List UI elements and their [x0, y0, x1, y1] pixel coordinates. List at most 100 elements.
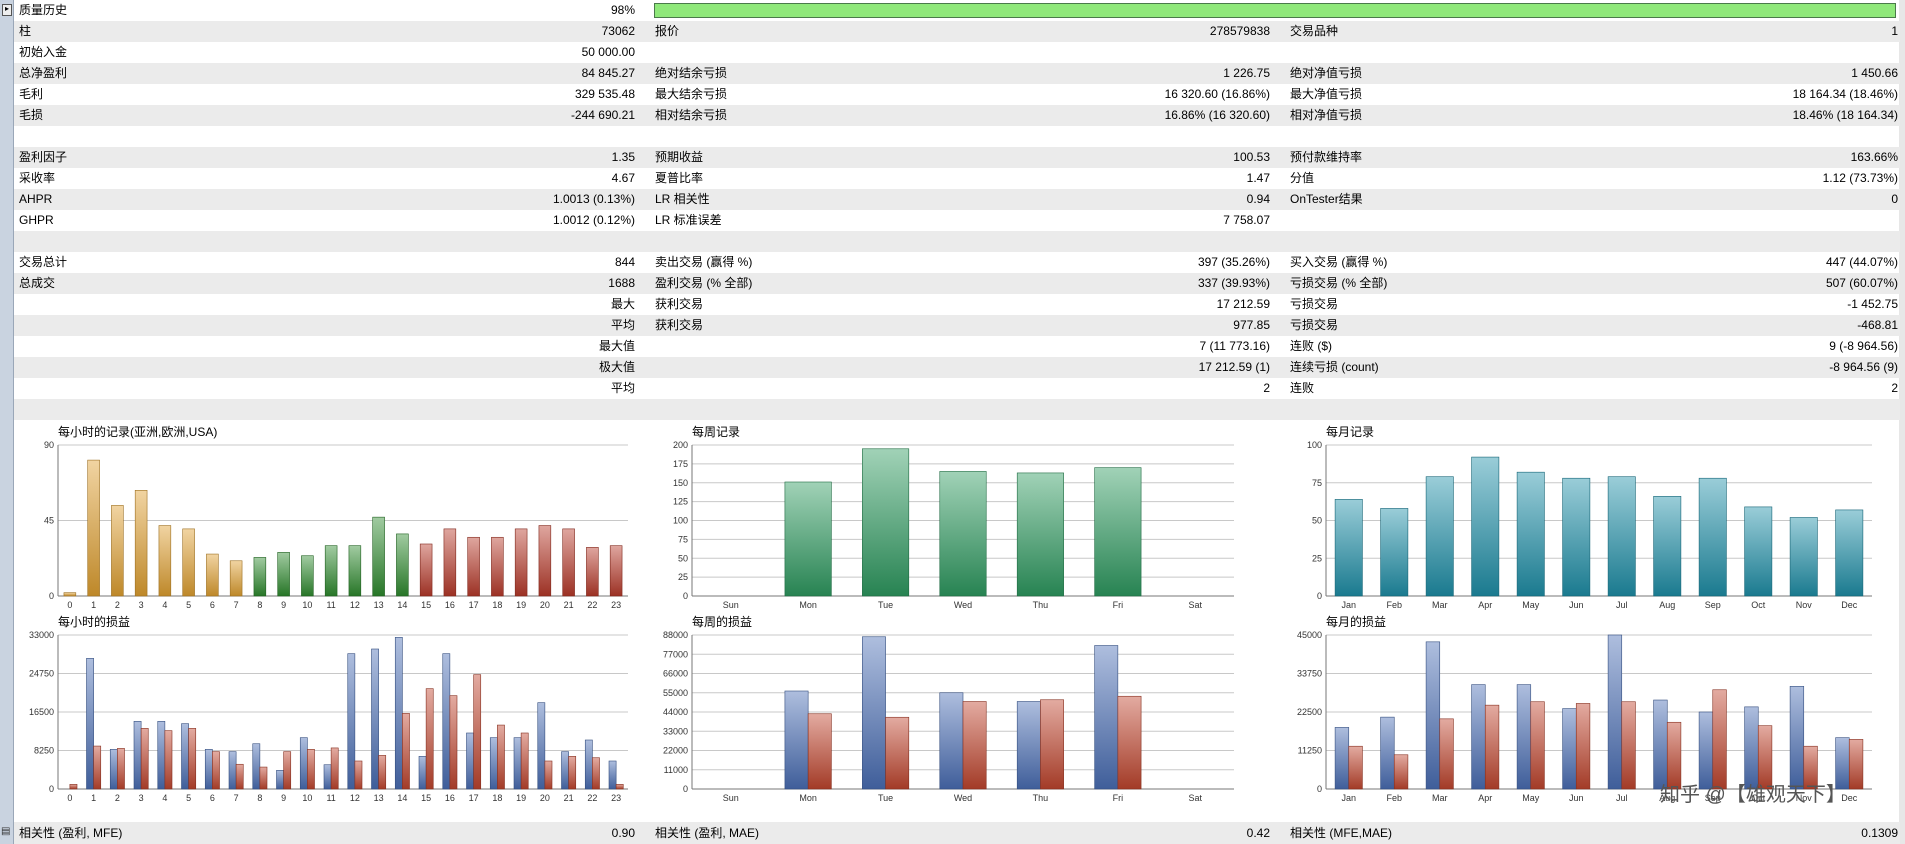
x-tick-label: 0 — [67, 793, 72, 803]
chart-svg: 0 25 50 75 100 Jan Feb Mar Apr May Jun Jul Aug Sep Oct… — [1307, 440, 1872, 610]
y-tick-label: 45000 — [1297, 630, 1322, 640]
x-tick-label: 15 — [421, 793, 431, 803]
bar — [561, 751, 569, 790]
watermark: 知乎 @【雄观天下】 — [1660, 784, 1846, 806]
x-tick-label: Tue — [878, 793, 893, 803]
correlation-row: 相关性 (盈利, MFE) 0.90 相关性 (盈利, MAE) 0.42 相关… — [14, 822, 1900, 844]
x-tick-label: 1 — [91, 793, 96, 803]
quality-history-value: 98% — [610, 3, 635, 17]
stat-label: 总净盈利 — [19, 66, 68, 80]
stat-value: -8 964.56 (9) — [1829, 360, 1898, 374]
stat-value: 4.67 — [611, 171, 635, 185]
y-tick-label: 0 — [1317, 784, 1322, 794]
stats-row: 柱 73062 报价 278579838 交易品种 1 — [14, 21, 1900, 42]
stat-value: -1 452.75 — [1847, 297, 1898, 311]
y-tick-label: 25 — [678, 572, 688, 582]
bar — [489, 737, 498, 790]
bar — [1607, 634, 1623, 790]
x-tick-label: 14 — [397, 600, 407, 610]
bar — [307, 749, 315, 790]
bar — [1348, 745, 1363, 790]
stat-value: 2 — [1891, 381, 1898, 395]
bar — [1789, 517, 1818, 597]
stats-row — [14, 399, 1900, 420]
y-tick-label: 22000 — [663, 746, 688, 756]
y-tick-label: 33000 — [663, 726, 688, 736]
corr-profit-mfe-label: 相关性 (盈利, MFE) — [19, 826, 123, 840]
bar — [229, 560, 243, 597]
stat-value: 278579838 — [1209, 24, 1270, 38]
stat-value: 18.46% (18 164.34) — [1792, 108, 1898, 122]
stats-row: AHPR 1.0013 (0.13%) LR 相关性 0.94 OnTester结果 0 — [14, 189, 1900, 210]
bar — [276, 770, 284, 790]
stat-value: 1 450.66 — [1851, 66, 1898, 80]
y-tick-label: 175 — [673, 459, 688, 469]
stat-value: 1.0012 (0.12%) — [552, 213, 635, 227]
stats-row — [14, 126, 1900, 147]
x-tick-label: Fri — [1113, 600, 1124, 610]
bar — [1848, 739, 1864, 790]
stat-value: 397 (35.26%) — [1197, 255, 1270, 269]
bar — [537, 702, 546, 790]
x-tick-label: 19 — [516, 600, 526, 610]
bar — [93, 745, 102, 790]
bar — [443, 528, 457, 597]
bar — [609, 545, 623, 597]
stats-row: 盈利因子 1.35 预期收益 100.53 预付款维持率 163.66% — [14, 147, 1900, 168]
bar — [69, 784, 78, 790]
stat-value: 2 — [1263, 381, 1270, 395]
bar — [378, 755, 387, 790]
bar — [520, 732, 529, 790]
x-tick-label: 5 — [186, 600, 191, 610]
bar — [1094, 467, 1142, 597]
y-tick-label: 0 — [49, 591, 54, 601]
y-tick-label: 50 — [1312, 516, 1322, 526]
y-tick-label: 75 — [1312, 478, 1322, 488]
stat-value: 平均 — [610, 318, 635, 332]
x-tick-label: Mon — [799, 793, 817, 803]
y-tick-label: 24750 — [29, 669, 54, 679]
stat-label: 预期收益 — [655, 150, 704, 164]
bar — [466, 732, 474, 790]
x-tick-label: Tue — [878, 600, 893, 610]
stat-value: 329 535.48 — [574, 87, 635, 101]
collapse-icon[interactable]: ▸ — [2, 4, 12, 16]
stat-value: 84 845.27 — [581, 66, 635, 80]
bar — [299, 737, 308, 790]
bar — [418, 756, 427, 790]
x-tick-label: 10 — [302, 600, 312, 610]
bar — [277, 552, 290, 597]
bar — [784, 690, 809, 790]
bar — [425, 688, 434, 790]
y-tick-label: 33000 — [29, 630, 54, 640]
x-tick-label: 13 — [374, 793, 384, 803]
bar — [962, 701, 987, 790]
stat-value: 17 212.59 — [1216, 297, 1270, 311]
y-tick-label: 22500 — [1297, 707, 1322, 717]
chart-svg: 045900 1 2 3 4 5 6 7 8 9 10 11 12 13 14 15 16 17 18 19 20 21 2… — [44, 440, 628, 610]
y-tick-label: 0 — [1317, 591, 1322, 601]
quality-history-bar — [654, 3, 1896, 18]
stat-value: 50 000.00 — [581, 45, 635, 59]
bar — [1016, 701, 1041, 790]
stat-label: AHPR — [19, 192, 53, 206]
toolbox-icon[interactable]: ▤ — [1, 826, 11, 840]
bar — [1653, 496, 1682, 597]
x-tick-label: 12 — [350, 793, 360, 803]
x-tick-label: Jun — [1569, 793, 1584, 803]
bar — [157, 721, 166, 790]
bar — [1562, 708, 1577, 790]
bar — [87, 459, 100, 597]
stat-value: 100.53 — [1233, 150, 1270, 164]
bar — [562, 528, 575, 597]
x-tick-label: Jul — [1616, 600, 1628, 610]
bar — [1094, 645, 1119, 790]
chart-title: 每周记录 — [692, 425, 741, 439]
stat-value: 最大 — [610, 297, 635, 311]
monthly-entries-chart: 0 25 50 75 100 Jan Feb Mar Apr May Jun Jul Aug Sep Oct… — [1282, 423, 1878, 620]
left-side-panel[interactable]: ▸ ▤ — [0, 0, 14, 844]
stat-value: 1.0013 (0.13%) — [552, 192, 635, 206]
stat-value: 18 164.34 (18.46%) — [1792, 87, 1898, 101]
x-tick-label: 16 — [445, 793, 455, 803]
stat-label: 毛利 — [19, 87, 44, 101]
